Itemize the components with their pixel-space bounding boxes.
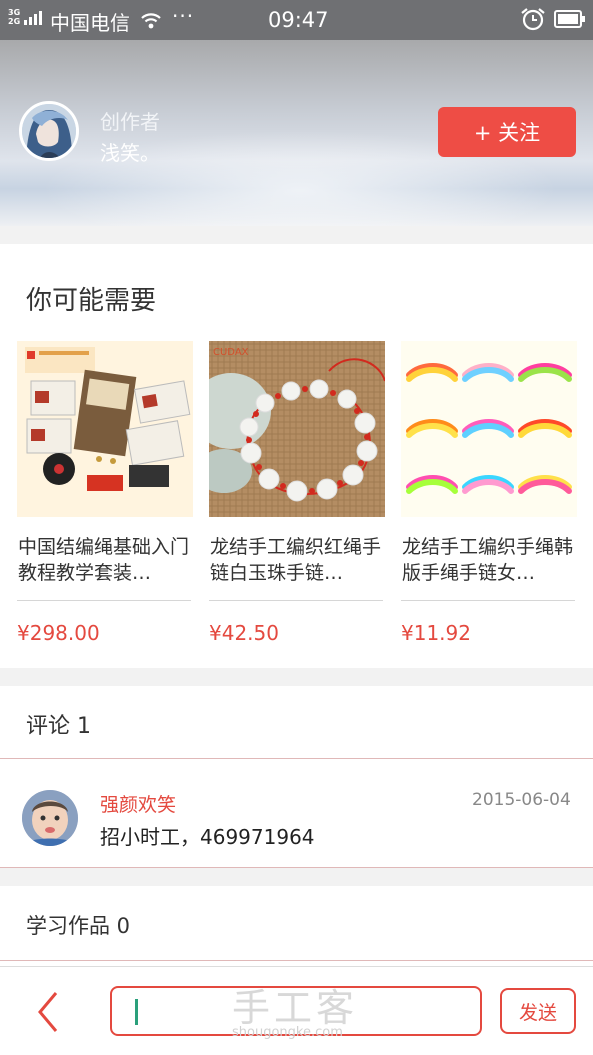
product-name: 龙结手工编织手绳韩版手绳手链女… [402,536,574,584]
product-card[interactable]: 中国结编绳基础入门教程教学套装… ¥298.00 [17,341,193,661]
send-button[interactable]: 发送 [500,988,576,1034]
author-header: 创作者 浅笑。 + 关注 [0,40,593,226]
comment-date: 2015-06-04 [472,790,571,810]
product-image[interactable] [401,341,577,517]
product-card[interactable]: CUDAX 龙结手工编织红绳手链白玉珠手链… ¥42.50 [209,341,385,661]
follow-button[interactable]: + 关注 [438,107,576,157]
section-title-comments[interactable]: 评论 1 [26,708,91,740]
divider [0,867,593,868]
author-name[interactable]: 浅笑。 [100,137,160,166]
section-title-recommend: 你可能需要 [26,286,157,316]
signal-icon: 3G 2G [8,8,42,26]
product-price: ¥298.00 [17,621,100,645]
divider [0,758,593,759]
svg-text:CUDAX: CUDAX [213,347,249,358]
clock: 09:47 [268,8,329,32]
divider [401,600,575,601]
comment-username[interactable]: 强颜欢笑 [100,790,176,817]
watermark-logo: 手工客 [232,986,359,1030]
product-name: 中国结编绳基础入门教程教学套装… [18,536,190,584]
works-section: 学习作品 0 [0,886,593,966]
divider [209,600,383,601]
author-role: 创作者 [100,110,160,134]
more-notifications: ··· [172,4,195,28]
product-image[interactable] [17,341,193,517]
network-type: 3G 2G [8,8,21,26]
carrier-name: 中国电信 [50,11,130,35]
comment-text: 招小时工，469971964 [100,825,315,849]
product-price: ¥42.50 [209,621,279,645]
product-image[interactable]: CUDAX [209,341,385,517]
commenter-avatar[interactable] [22,790,78,846]
author-avatar[interactable] [19,101,79,161]
alarm-icon [521,8,545,31]
product-price: ¥11.92 [401,621,471,645]
wifi-icon [141,13,161,29]
watermark-url: shougongke.com [232,1025,343,1040]
product-card[interactable]: 龙结手工编织手绳韩版手绳手链女… ¥11.92 [401,341,577,661]
text-caret [135,999,138,1025]
divider [0,960,593,961]
back-chevron-icon[interactable] [28,987,68,1037]
comments-section: 评论 1 强颜欢笑 2015-06-04 招小时工，469971964 [0,686,593,868]
section-title-works[interactable]: 学习作品 0 [26,910,130,940]
recommend-section: 你可能需要 中国结编绳基础入门教程教学套装… ¥298.00 CUDAX 龙结手… [0,244,593,668]
bottom-bar: 手工客 shougongke.com 发送 [0,966,593,1055]
status-bar: 3G 2G 中国电信 ··· 09:47 [0,0,593,40]
product-name: 龙结手工编织红绳手链白玉珠手链… [210,536,382,584]
divider [17,600,191,601]
battery-icon [554,10,585,28]
